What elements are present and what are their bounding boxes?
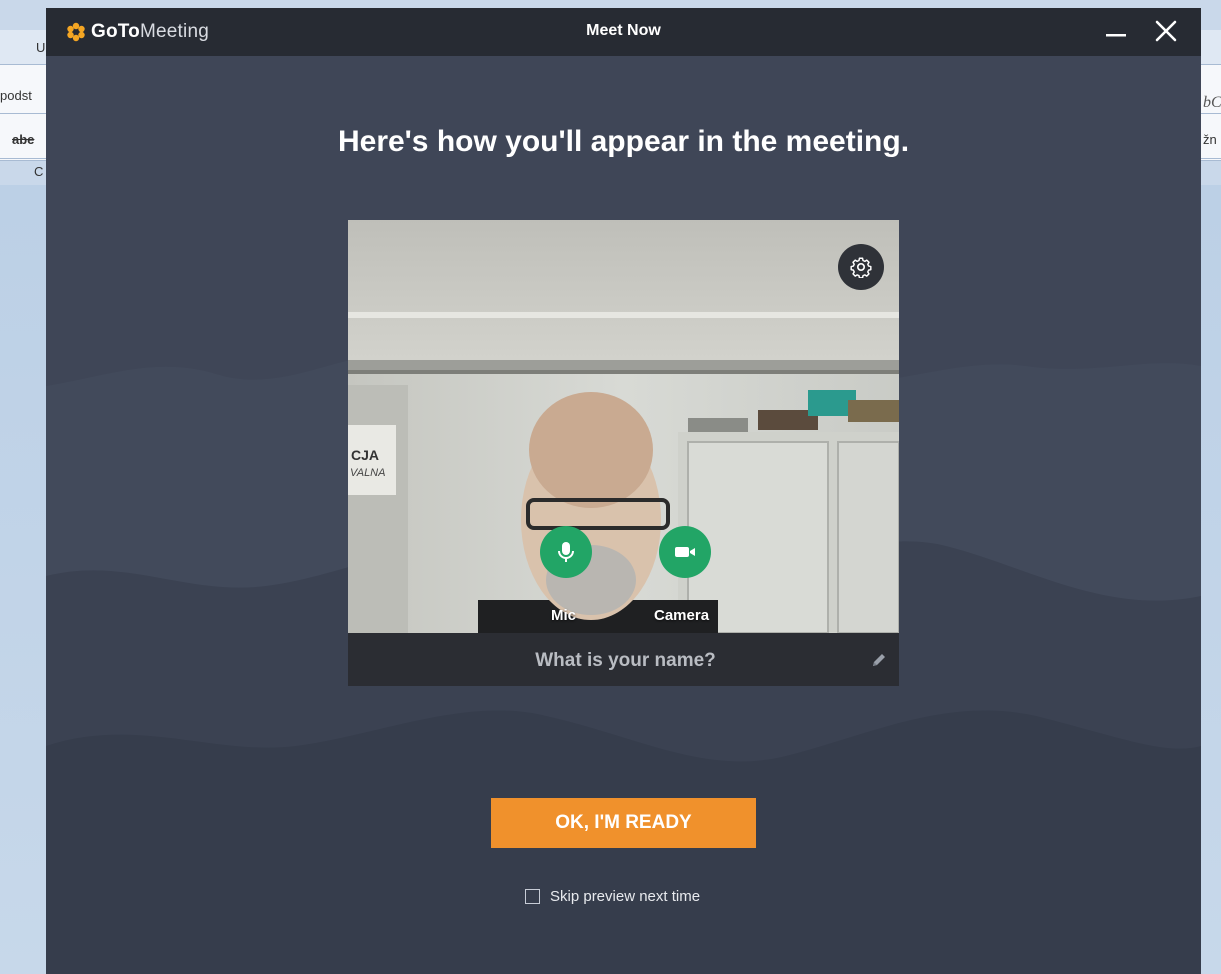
gear-icon (850, 257, 872, 278)
minimize-icon (1106, 34, 1126, 37)
background-text-fragment: U (36, 40, 46, 55)
gotomeeting-window: GoToMeeting Meet Now Here's how you'll a… (46, 8, 1201, 974)
skip-preview-checkbox[interactable] (525, 889, 540, 904)
background-text-fragment: bC (1203, 94, 1221, 111)
preview-headline: Here's how you'll appear in the meeting. (337, 125, 910, 158)
camera-feed-image: CJA VALNA (348, 220, 899, 633)
close-icon (1155, 20, 1177, 42)
name-bar (348, 633, 899, 686)
microphone-icon (558, 542, 574, 562)
background-text-fragment: C (34, 164, 44, 179)
ok-im-ready-button[interactable]: OK, I'M READY (491, 798, 756, 848)
camera-toggle-button[interactable] (659, 526, 711, 578)
close-button[interactable] (1146, 14, 1186, 50)
svg-text:VALNA: VALNA (350, 467, 385, 479)
background-text-fragment: podst (0, 88, 32, 103)
background-text-fragment: abe (12, 132, 35, 147)
name-input[interactable] (348, 633, 899, 686)
svg-text:CJA: CJA (351, 447, 379, 463)
skip-preview-label: Skip preview next time (550, 888, 701, 905)
skip-preview-option[interactable]: Skip preview next time (525, 888, 700, 905)
title-bar: GoToMeeting Meet Now (46, 8, 1201, 56)
mic-label: Mic (551, 607, 577, 624)
video-camera-icon (675, 547, 695, 557)
video-preview-panel: CJA VALNA Mic Camera What is your name? (348, 220, 899, 686)
background-text-fragment: žn (1203, 132, 1217, 147)
video-settings-button[interactable] (838, 244, 884, 290)
minimize-button[interactable] (1096, 14, 1136, 50)
mic-toggle-button[interactable] (540, 526, 592, 578)
camera-label: Camera (654, 607, 710, 624)
window-title: Meet Now (586, 22, 661, 39)
pencil-icon[interactable] (870, 651, 888, 669)
